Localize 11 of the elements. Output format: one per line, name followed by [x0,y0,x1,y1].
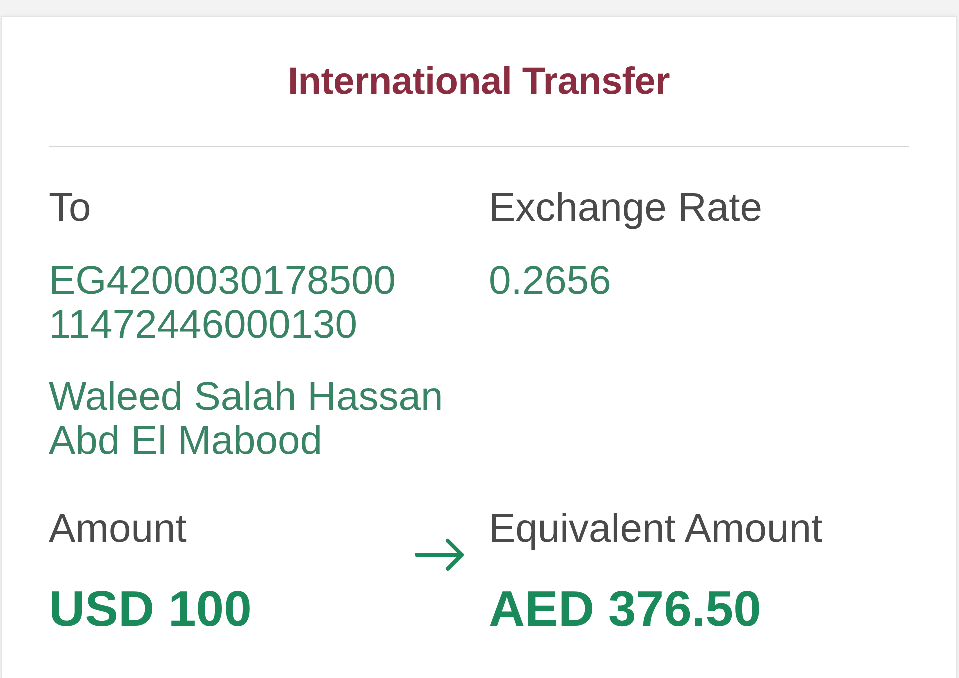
equivalent-amount-value: AED 376.50 [489,581,762,637]
recipient-name: Waleed Salah Hassan Abd El Mabood [49,375,444,463]
exchange-rate-label: Exchange Rate [489,186,764,230]
equivalent-amount-label: Equivalent Amount [489,507,824,551]
amount-label: Amount [49,507,188,551]
right-arrow-icon [414,537,466,573]
account-number: EG4200030178500 11472446000130 [49,259,397,347]
page-title: International Transfer [287,60,671,105]
exchange-rate-value: 0.2656 [489,259,612,303]
amount-value: USD 100 [49,581,253,637]
recipient-label: To [49,186,92,230]
